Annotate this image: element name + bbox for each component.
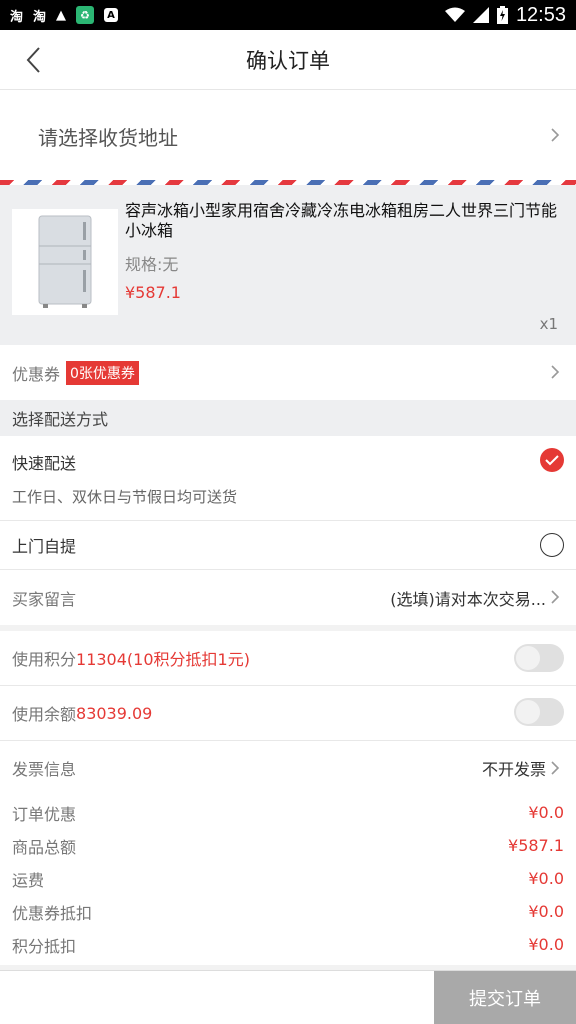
summary-key: 商品总额 <box>12 837 77 857</box>
address-selector[interactable]: 请选择收货地址 <box>0 90 576 182</box>
product-image <box>12 209 118 315</box>
wifi-icon <box>444 7 465 22</box>
product-card[interactable]: 容声冰箱小型家用宿舍冷藏冷冻电冰箱租房二人世界三门节能小冰箱 规格:无 ¥587… <box>0 185 576 345</box>
delivery-option-desc: 工作日、双休日与节假日均可送货 <box>12 488 238 506</box>
a-icon: A <box>104 8 119 22</box>
points-row: 使用积分 11304(10积分抵扣1元) <box>0 631 576 685</box>
summary-key: 积分抵扣 <box>12 936 77 956</box>
summary-key: 优惠券抵扣 <box>12 903 93 923</box>
delivery-section-header: 选择配送方式 <box>0 400 576 436</box>
page-title: 确认订单 <box>246 48 330 73</box>
summary-row: 订单优惠 ¥0.0 <box>12 796 564 829</box>
summary-key: 运费 <box>12 870 45 890</box>
summary-row: 优惠券抵扣 ¥0.0 <box>12 895 564 928</box>
delivery-option-label: 快速配送 <box>12 454 77 473</box>
buyer-message-label: 买家留言 <box>12 589 77 609</box>
signal-icon <box>472 7 489 23</box>
balance-label: 使用余额 <box>12 705 77 724</box>
balance-row: 使用余额 83039.09 <box>0 686 576 740</box>
balance-value: 83039.09 <box>76 703 153 723</box>
points-value: 11304(10积分抵扣1元) <box>76 650 250 669</box>
product-price: ¥587.1 <box>125 283 181 302</box>
invoice-value: 不开发票 <box>481 760 546 779</box>
product-quantity: x1 <box>539 315 558 333</box>
summary-value: ¥0.0 <box>528 902 564 921</box>
checkmark-icon[interactable] <box>540 448 564 472</box>
invoice-label: 发票信息 <box>12 760 77 779</box>
coupon-row[interactable]: 优惠券 0张优惠券 <box>0 345 576 400</box>
order-summary: 订单优惠 ¥0.0 商品总额 ¥587.1 运费 ¥0.0 优惠券抵扣 ¥0.0… <box>0 795 576 965</box>
warning-icon: ▲ <box>56 7 67 23</box>
points-label: 使用积分 <box>12 650 77 669</box>
summary-value: ¥0.0 <box>528 803 564 822</box>
summary-value: ¥0.0 <box>528 869 564 888</box>
chevron-left-icon <box>26 47 40 73</box>
delivery-option-pickup[interactable]: 上门自提 <box>0 521 576 569</box>
buyer-message-row[interactable]: 买家留言 (选填)请对本次交易... <box>0 570 576 625</box>
chevron-right-icon <box>551 365 560 379</box>
product-spec: 规格:无 <box>125 255 179 274</box>
delivery-option-express[interactable]: 快速配送 工作日、双休日与节假日均可送货 <box>0 436 576 520</box>
taobao-icon: 淘 <box>10 9 24 25</box>
status-bar: 淘 淘 ▲ ♻ A 12:53 <box>0 0 576 30</box>
summary-value: ¥0.0 <box>528 935 564 954</box>
chevron-right-icon <box>551 590 560 604</box>
bottom-bar: 提交订单 <box>0 970 576 1024</box>
points-toggle[interactable] <box>514 644 564 672</box>
summary-row: 运费 ¥0.0 <box>12 862 564 895</box>
summary-row: 积分抵扣 ¥0.0 <box>12 928 564 961</box>
nav-bar: 确认订单 <box>0 30 576 90</box>
balance-toggle[interactable] <box>514 698 564 726</box>
battery-charging-icon <box>496 6 508 24</box>
chevron-right-icon <box>551 761 560 775</box>
taobao-icon: 淘 <box>33 9 47 25</box>
back-button[interactable] <box>18 44 48 76</box>
address-label: 请选择收货地址 <box>38 125 178 150</box>
invoice-row[interactable]: 发票信息 不开发票 <box>0 741 576 795</box>
chevron-right-icon <box>551 128 560 142</box>
product-name: 容声冰箱小型家用宿舍冷藏冷冻电冰箱租房二人世界三门节能小冰箱 <box>125 201 558 240</box>
buyer-message-input[interactable]: (选填)请对本次交易... <box>390 586 546 610</box>
submit-order-button[interactable]: 提交订单 <box>434 971 576 1024</box>
clock: 12:53 <box>515 3 566 26</box>
summary-value: ¥587.1 <box>508 836 564 855</box>
coupon-label: 优惠券 <box>12 364 61 384</box>
recycle-app-icon: ♻ <box>76 6 95 24</box>
summary-row: 商品总额 ¥587.1 <box>12 829 564 862</box>
summary-key: 订单优惠 <box>12 804 77 824</box>
delivery-option-label: 上门自提 <box>12 537 77 556</box>
radio-empty-icon[interactable] <box>540 533 564 557</box>
coupon-badge: 0张优惠券 <box>66 360 139 385</box>
